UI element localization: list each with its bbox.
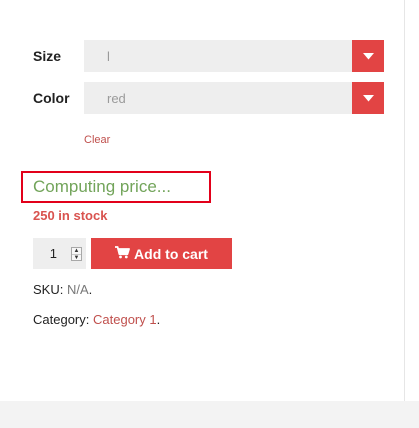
sku-value: N/A bbox=[66, 282, 89, 297]
color-label: Color bbox=[33, 90, 70, 106]
price-text: Computing price... bbox=[33, 177, 171, 196]
stepper-up-icon[interactable]: ▲ bbox=[72, 248, 81, 255]
clear-variations-link[interactable]: Clear bbox=[84, 134, 110, 146]
size-select[interactable]: l bbox=[84, 40, 384, 72]
color-select[interactable]: red bbox=[84, 82, 384, 114]
add-to-cart-button[interactable]: Add to cart bbox=[91, 238, 232, 269]
quantity-stepper[interactable]: ▲ ▼ bbox=[71, 247, 82, 261]
category-line: Category: Category 1. bbox=[33, 312, 160, 327]
sku-label: SKU: bbox=[33, 282, 64, 297]
chevron-down-icon bbox=[362, 52, 374, 59]
add-to-cart-label: Add to cart bbox=[134, 245, 208, 262]
sku-line: SKU: N/A. bbox=[33, 282, 92, 297]
color-select-value: red bbox=[107, 90, 126, 106]
color-dropdown-button[interactable] bbox=[352, 82, 384, 114]
size-dropdown-button[interactable] bbox=[352, 40, 384, 72]
size-label: Size bbox=[33, 48, 62, 64]
size-select-value: l bbox=[107, 48, 110, 64]
category-link[interactable]: Category 1 bbox=[93, 312, 157, 327]
panel-edge bbox=[404, 0, 419, 401]
stepper-down-icon[interactable]: ▼ bbox=[72, 255, 81, 261]
category-label: Category: bbox=[33, 312, 90, 327]
color-row: Color red bbox=[33, 82, 384, 114]
sku-suffix: . bbox=[88, 282, 93, 297]
quantity-input[interactable]: 1 ▲ ▼ bbox=[33, 238, 86, 269]
chevron-down-icon bbox=[362, 94, 374, 101]
quantity-value: 1 bbox=[49, 246, 57, 261]
stock-status: 250 in stock bbox=[33, 208, 108, 223]
cart-icon bbox=[115, 245, 130, 262]
category-suffix: . bbox=[156, 312, 161, 327]
size-row: Size l bbox=[33, 40, 384, 72]
